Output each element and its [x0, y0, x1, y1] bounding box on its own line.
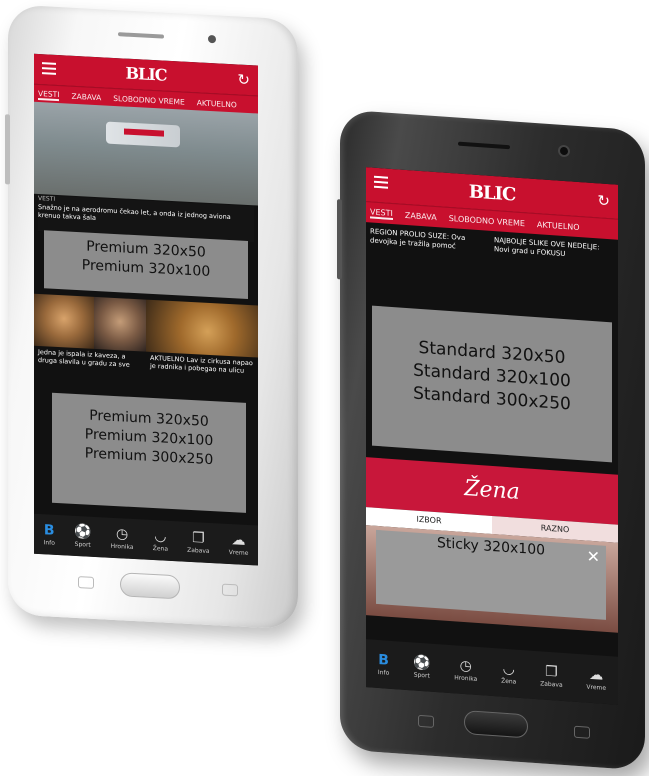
nav-zena-label: Žena: [501, 677, 517, 686]
nav-info-label: Info: [377, 668, 390, 677]
left-phone-screen: BLIC ↻ VESTI ZABAVA SLOBODNO VREME AKTUE…: [34, 53, 258, 566]
nav-zena-label: Žena: [152, 544, 168, 553]
refresh-icon[interactable]: ↻: [597, 191, 610, 210]
close-icon[interactable]: ✕: [587, 547, 600, 567]
tab-vesti[interactable]: VESTI: [38, 88, 60, 101]
premium-ad-bottom[interactable]: Premium 320x50 Premium 320x100 Premium 3…: [52, 392, 246, 513]
hamburger-menu-icon[interactable]: [374, 175, 388, 189]
side-volume-key: [5, 114, 10, 185]
side-volume-key: [337, 199, 342, 280]
cloud-icon: ☁: [589, 666, 604, 684]
back-key-icon[interactable]: [78, 576, 94, 589]
standard-ad[interactable]: Standard 320x50 Standard 320x100 Standar…: [372, 305, 612, 463]
layers-icon: ❐: [545, 663, 558, 681]
hamburger-menu-icon[interactable]: [42, 62, 56, 75]
speaker-grille: [118, 32, 164, 39]
nav-vreme-label: Vreme: [228, 548, 249, 557]
nav-hronika[interactable]: ◷ Hronika: [110, 525, 134, 551]
tab-aktuelno[interactable]: AKTUELNO: [197, 98, 237, 109]
tab-slobodno-vreme[interactable]: SLOBODNO VREME: [449, 213, 525, 227]
tab-zabava[interactable]: ZABAVA: [71, 91, 101, 102]
nav-sport[interactable]: ⚽ Sport: [74, 523, 92, 549]
card-left-text[interactable]: Jedna je ispala iz kaveza, a druga slavi…: [38, 348, 140, 370]
home-button[interactable]: [464, 710, 528, 739]
nav-hronika-label: Hronika: [454, 673, 478, 683]
nav-info[interactable]: B Info: [43, 521, 55, 547]
zena-logo: Žena: [464, 476, 520, 505]
home-button[interactable]: [120, 572, 180, 600]
lips-icon: ◡: [154, 527, 167, 545]
blic-logo[interactable]: BLIC: [469, 181, 516, 205]
bottom-navigation: B Info ⚽ Sport ◷ Hronika ◡ Žena ❐ Zabava ☁ Vre…: [366, 639, 618, 705]
soccer-ball-icon: ⚽: [413, 653, 431, 672]
front-camera-icon: [560, 146, 568, 156]
nav-zena[interactable]: ◡ Žena: [152, 527, 168, 553]
refresh-icon[interactable]: ↻: [237, 70, 250, 89]
blic-info-icon: B: [43, 521, 55, 539]
nav-sport-label: Sport: [413, 670, 430, 680]
recents-key-icon[interactable]: [574, 725, 590, 739]
nav-vreme-label: Vreme: [586, 683, 607, 692]
nav-sport-label: Sport: [74, 540, 91, 549]
nav-zabava-label: Zabava: [187, 546, 210, 555]
card-right-text[interactable]: AKTUELNO Lav iz cirkusa napao je radnika…: [150, 354, 254, 376]
nav-vreme[interactable]: ☁ Vreme: [228, 531, 249, 557]
nav-info[interactable]: B Info: [377, 651, 390, 677]
layers-icon: ❐: [192, 529, 205, 547]
nav-zena[interactable]: ◡ Žena: [501, 660, 517, 686]
blic-logo[interactable]: BLIC: [126, 64, 167, 85]
tab-zabava[interactable]: ZABAVA: [405, 210, 437, 221]
premium-ad-top[interactable]: Premium 320x50 Premium 320x100: [44, 230, 248, 299]
tab-slobodno-vreme[interactable]: SLOBODNO VREME: [113, 93, 184, 106]
right-phone-screen: BLIC ↻ VESTI ZABAVA SLOBODNO VREME AKTUE…: [366, 167, 618, 705]
front-camera-icon: [208, 34, 216, 44]
man-photo[interactable]: [94, 296, 146, 352]
clock-icon: ◷: [115, 525, 129, 543]
speaker-grille: [458, 141, 510, 150]
tab-aktuelno[interactable]: AKTUELNO: [537, 220, 580, 232]
news-item-right[interactable]: NAJBOLJE SLIKE OVE NEDELJE: Novi grad u …: [494, 236, 612, 262]
bottom-navigation: B Info ⚽ Sport ◷ Hronika ◡ Žena ❐ Zabava ☁ Vre…: [34, 513, 258, 566]
blic-info-icon: B: [378, 651, 389, 669]
white-phone: BLIC ↻ VESTI ZABAVA SLOBODNO VREME AKTUE…: [5, 4, 298, 630]
back-key-icon[interactable]: [418, 714, 434, 728]
soccer-ball-icon: ⚽: [74, 523, 92, 541]
nav-vreme[interactable]: ☁ Vreme: [586, 666, 607, 692]
lion-photo[interactable]: [146, 299, 258, 358]
recents-key-icon[interactable]: [222, 583, 238, 597]
nav-hronika[interactable]: ◷ Hronika: [454, 657, 478, 683]
lips-icon: ◡: [502, 660, 515, 678]
monkey-photo[interactable]: [34, 293, 94, 349]
tab-vesti[interactable]: VESTI: [370, 206, 393, 220]
hero-photo[interactable]: [34, 101, 258, 206]
nav-zabava-label: Zabava: [540, 679, 563, 689]
nav-info-label: Info: [43, 538, 55, 547]
clock-icon: ◷: [459, 657, 472, 675]
nav-zabava[interactable]: ❐ Zabava: [187, 529, 210, 555]
nav-zabava[interactable]: ❐ Zabava: [540, 663, 563, 689]
black-phone: BLIC ↻ VESTI ZABAVA SLOBODNO VREME AKTUE…: [337, 109, 645, 771]
nav-hronika-label: Hronika: [110, 542, 134, 551]
news-item-left[interactable]: REGION PROLIO SUZE: Ova devojka je traži…: [370, 227, 486, 253]
nav-sport[interactable]: ⚽ Sport: [413, 653, 431, 680]
cloud-icon: ☁: [231, 531, 246, 549]
